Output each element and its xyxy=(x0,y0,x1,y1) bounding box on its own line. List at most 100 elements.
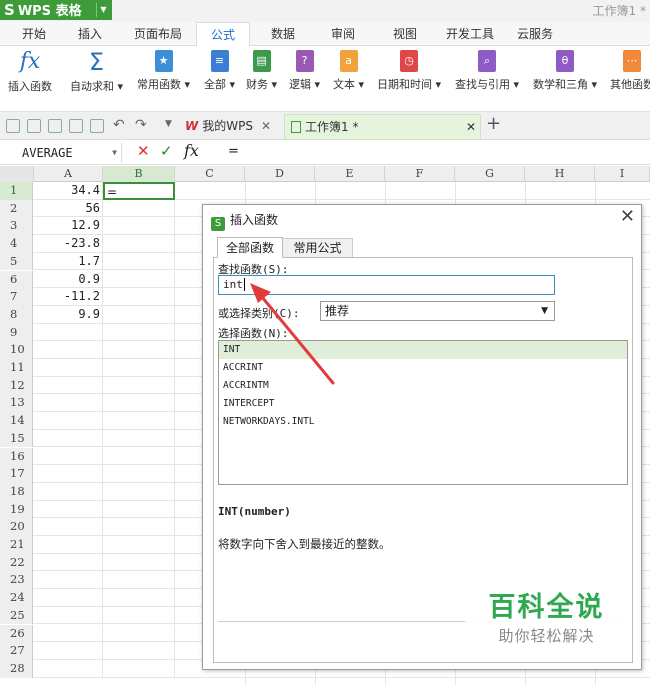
autosum-button[interactable]: Σ 自动求和 ▾ xyxy=(70,50,123,94)
cell[interactable] xyxy=(34,624,103,643)
redo-icon[interactable]: ↷ xyxy=(135,117,147,133)
cell[interactable] xyxy=(34,482,103,501)
fx-icon[interactable]: fx xyxy=(184,141,199,160)
cell[interactable] xyxy=(103,642,175,660)
tab-data[interactable]: 数据 xyxy=(258,22,308,46)
column-header[interactable]: G xyxy=(455,166,525,182)
cell[interactable]: 34.4 xyxy=(34,182,103,200)
more-functions-button[interactable]: ⋯ 其他函数 xyxy=(610,50,650,92)
all-functions-button[interactable]: ≡ 全部 ▾ xyxy=(204,50,235,92)
cell[interactable] xyxy=(103,447,175,466)
row-header[interactable]: 11 xyxy=(0,359,33,377)
name-box[interactable]: AVERAGE ▼ xyxy=(0,143,122,163)
row-header[interactable]: 7 xyxy=(0,288,33,306)
tab-developer[interactable]: 开发工具 xyxy=(438,22,502,46)
cell[interactable] xyxy=(34,500,103,519)
function-list[interactable]: INT ACCRINT ACCRINTM INTERCEPT NETWORKDA… xyxy=(218,340,628,485)
row-header[interactable]: 23 xyxy=(0,571,33,590)
chevron-down-icon[interactable]: ▼ xyxy=(96,3,110,17)
row-header[interactable]: 10 xyxy=(0,341,33,359)
tab-common-formulas[interactable]: 常用公式 xyxy=(283,238,353,258)
column-header[interactable]: C xyxy=(175,166,245,182)
cell[interactable] xyxy=(34,571,103,590)
formula-input[interactable]: = xyxy=(228,144,239,159)
row-header[interactable]: 26 xyxy=(0,624,33,643)
cell[interactable] xyxy=(103,394,175,413)
cell[interactable] xyxy=(34,589,103,607)
cell[interactable] xyxy=(103,323,175,342)
row-header[interactable]: 24 xyxy=(0,589,33,607)
insert-function-button[interactable]: fx 插入函数 xyxy=(8,50,52,94)
cell[interactable] xyxy=(34,447,103,466)
cell[interactable] xyxy=(103,376,175,395)
cell[interactable] xyxy=(34,359,103,377)
cell[interactable] xyxy=(34,341,103,359)
row-header[interactable]: 3 xyxy=(0,217,33,236)
tab-view[interactable]: 视图 xyxy=(380,22,430,46)
cell[interactable] xyxy=(103,624,175,643)
cell[interactable] xyxy=(103,412,175,430)
row-header[interactable]: 28 xyxy=(0,659,33,678)
cell[interactable] xyxy=(103,659,175,678)
cell[interactable]: 0.9 xyxy=(34,270,103,289)
export-pdf-icon[interactable] xyxy=(48,119,62,133)
cell[interactable] xyxy=(34,412,103,430)
cell[interactable]: 56 xyxy=(34,199,103,218)
cell[interactable] xyxy=(34,376,103,395)
chevron-down-icon[interactable]: ▼ xyxy=(165,119,172,129)
tab-start[interactable]: 开始 xyxy=(10,22,58,46)
cell[interactable] xyxy=(34,642,103,660)
row-header[interactable]: 15 xyxy=(0,429,33,448)
text-button[interactable]: a 文本 ▾ xyxy=(333,50,364,92)
cell[interactable] xyxy=(103,429,175,448)
cell[interactable] xyxy=(34,465,103,483)
cell[interactable] xyxy=(103,252,175,271)
cell[interactable] xyxy=(34,553,103,572)
check-icon[interactable]: ✓ xyxy=(160,142,173,160)
logic-button[interactable]: ? 逻辑 ▾ xyxy=(289,50,320,92)
column-header[interactable]: A xyxy=(34,166,103,182)
cell[interactable] xyxy=(103,217,175,236)
row-header[interactable]: 16 xyxy=(0,447,33,466)
column-header[interactable]: H xyxy=(525,166,595,182)
new-tab-button[interactable]: + xyxy=(486,113,501,134)
row-header[interactable]: 18 xyxy=(0,482,33,501)
chevron-down-icon[interactable]: ▼ xyxy=(112,143,117,163)
cancel-icon[interactable]: ✕ xyxy=(137,142,150,160)
row-header[interactable]: 9 xyxy=(0,323,33,342)
cell[interactable] xyxy=(103,606,175,625)
cell[interactable] xyxy=(103,199,175,218)
workbook-tab[interactable]: 工作簿1 * ✕ xyxy=(284,114,481,140)
cell[interactable] xyxy=(103,359,175,377)
tab-review[interactable]: 审阅 xyxy=(318,22,368,46)
save-icon[interactable] xyxy=(27,119,41,133)
list-item[interactable]: INTERCEPT xyxy=(219,395,627,413)
column-header[interactable]: E xyxy=(315,166,385,182)
tab-cloud[interactable]: 云服务 xyxy=(508,22,562,46)
row-header[interactable]: 19 xyxy=(0,500,33,519)
row-header[interactable]: 12 xyxy=(0,376,33,395)
list-item[interactable]: ACCRINT xyxy=(219,359,627,377)
row-header[interactable]: 5 xyxy=(0,252,33,271)
cell[interactable] xyxy=(34,323,103,342)
cell[interactable] xyxy=(103,341,175,359)
cell[interactable] xyxy=(103,571,175,590)
lookup-button[interactable]: ⌕ 查找与引用 ▾ xyxy=(455,50,519,92)
math-button[interactable]: θ 数学和三角 ▾ xyxy=(533,50,597,92)
close-icon[interactable]: ✕ xyxy=(620,206,635,227)
cell[interactable] xyxy=(103,288,175,306)
tab-formulas[interactable]: 公式 xyxy=(196,22,250,47)
row-header[interactable]: 22 xyxy=(0,553,33,572)
column-header[interactable]: B xyxy=(103,166,175,182)
my-wps-tab[interactable]: W 我的WPS ✕ xyxy=(185,115,271,137)
list-item[interactable]: INT xyxy=(219,341,627,359)
list-item[interactable]: NETWORKDAYS.INTL xyxy=(219,413,627,431)
cell[interactable] xyxy=(34,429,103,448)
row-header[interactable]: 27 xyxy=(0,642,33,660)
column-header[interactable]: I xyxy=(595,166,650,182)
row-header[interactable]: 8 xyxy=(0,305,33,324)
list-item[interactable]: ACCRINTM xyxy=(219,377,627,395)
cell[interactable] xyxy=(103,482,175,501)
cell[interactable] xyxy=(34,518,103,536)
row-header[interactable]: 21 xyxy=(0,536,33,554)
